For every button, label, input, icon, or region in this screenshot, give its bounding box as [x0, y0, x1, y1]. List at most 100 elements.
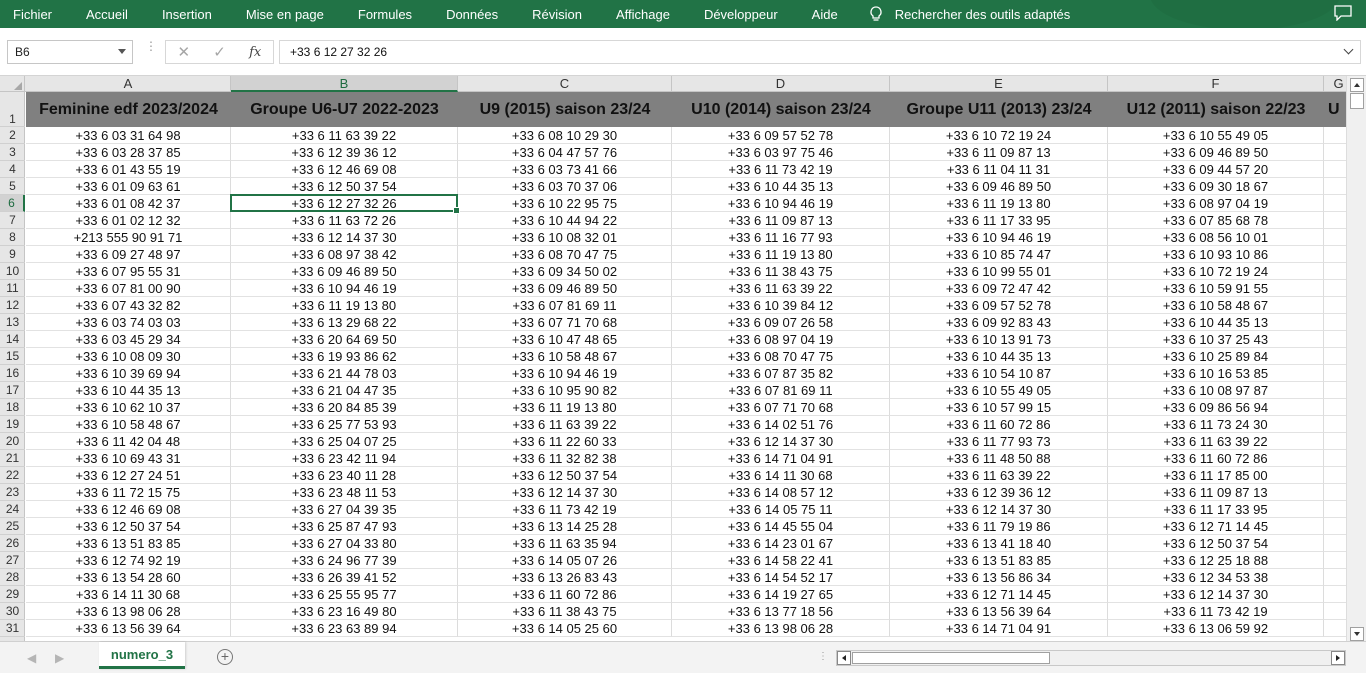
cell[interactable]: +33 6 27 04 33 80	[231, 535, 458, 552]
cell[interactable]: +33 6 11 16 77 93	[672, 229, 890, 246]
tab-formules[interactable]: Formules	[358, 7, 412, 22]
row-header-30[interactable]: 30	[0, 603, 25, 620]
cell[interactable]: +33 6 14 11 30 68	[26, 586, 231, 603]
cell[interactable]: +33 6 10 37 25 43	[1108, 331, 1324, 348]
tab-accueil[interactable]: Accueil	[86, 7, 128, 22]
split-handle-icon[interactable]: ⋮	[818, 651, 828, 662]
cell[interactable]	[1324, 433, 1346, 450]
expand-formula-icon[interactable]	[1343, 44, 1354, 55]
cell[interactable]: +33 6 10 08 32 01	[458, 229, 672, 246]
cell[interactable]: +33 6 11 73 42 19	[1108, 603, 1324, 620]
cell[interactable]: +33 6 01 09 63 61	[26, 178, 231, 195]
cell[interactable]: +33 6 10 22 95 75	[458, 195, 672, 212]
cell[interactable]: +33 6 10 94 46 19	[458, 365, 672, 382]
cell[interactable]: +33 6 13 98 06 28	[672, 620, 890, 637]
cell[interactable]: +33 6 21 44 78 03	[231, 365, 458, 382]
tab-aide[interactable]: Aide	[812, 7, 838, 22]
cell[interactable]: +33 6 13 77 18 56	[672, 603, 890, 620]
row-header-22[interactable]: 22	[0, 467, 25, 484]
row-header-15[interactable]: 15	[0, 348, 25, 365]
cell[interactable]: +33 6 14 54 52 17	[672, 569, 890, 586]
cell[interactable]	[1324, 586, 1346, 603]
column-header-f[interactable]: F	[1108, 76, 1324, 92]
cell[interactable]: +33 6 09 44 57 20	[1108, 161, 1324, 178]
cell[interactable]: +33 6 07 81 69 11	[672, 382, 890, 399]
cell[interactable]: +33 6 10 95 90 82	[458, 382, 672, 399]
cell[interactable]: +33 6 25 77 53 93	[231, 416, 458, 433]
cell[interactable]: +33 6 11 19 13 80	[458, 399, 672, 416]
cell[interactable]: +33 6 10 44 35 13	[672, 178, 890, 195]
formula-input[interactable]: +33 6 12 27 32 26	[279, 40, 1361, 64]
cell[interactable]	[1324, 314, 1346, 331]
cell[interactable]	[1324, 178, 1346, 195]
cell[interactable]: +33 6 11 09 87 13	[1108, 484, 1324, 501]
cell[interactable]: +33 6 14 23 01 67	[672, 535, 890, 552]
cell[interactable]: +33 6 08 97 38 42	[231, 246, 458, 263]
enter-icon[interactable]: ✓	[202, 43, 238, 61]
row-header-24[interactable]: 24	[0, 501, 25, 518]
cell[interactable]	[1324, 467, 1346, 484]
cell[interactable]	[1324, 365, 1346, 382]
row-header-20[interactable]: 20	[0, 433, 25, 450]
scroll-down-icon[interactable]	[1350, 627, 1364, 641]
cell[interactable]: +33 6 10 99 55 01	[890, 263, 1108, 280]
row-header-16[interactable]: 16	[0, 365, 25, 382]
cell[interactable]	[1324, 127, 1346, 144]
cell[interactable]: +33 6 03 74 03 03	[26, 314, 231, 331]
cell[interactable]: +33 6 11 73 42 19	[458, 501, 672, 518]
select-all-button[interactable]	[0, 76, 25, 92]
cell[interactable]: +33 6 13 56 39 64	[26, 620, 231, 637]
cell[interactable]: +33 6 09 57 52 78	[890, 297, 1108, 314]
cell[interactable]: +33 6 12 50 37 54	[1108, 535, 1324, 552]
cell[interactable]: +213 555 90 91 71	[26, 229, 231, 246]
tab-donnees[interactable]: Données	[446, 7, 498, 22]
cell[interactable]: +33 6 10 72 19 24	[890, 127, 1108, 144]
cell[interactable]: +33 6 12 50 37 54	[231, 178, 458, 195]
cell[interactable]: +33 6 10 94 46 19	[890, 229, 1108, 246]
cell[interactable]: +33 6 08 70 47 75	[672, 348, 890, 365]
cell[interactable]: +33 6 09 46 89 50	[1108, 144, 1324, 161]
cell[interactable]: +33 6 01 08 42 37	[26, 195, 231, 212]
cell[interactable]: +33 6 14 58 22 41	[672, 552, 890, 569]
cell[interactable]: +33 6 03 45 29 34	[26, 331, 231, 348]
cell[interactable]: +33 6 12 71 14 45	[1108, 518, 1324, 535]
cell[interactable]: +33 6 12 14 37 30	[1108, 586, 1324, 603]
cell[interactable]	[1324, 280, 1346, 297]
cell[interactable]: +33 6 03 97 75 46	[672, 144, 890, 161]
cell[interactable]: +33 6 09 46 89 50	[890, 178, 1108, 195]
cell[interactable]: +33 6 27 04 39 35	[231, 501, 458, 518]
cell[interactable]	[1324, 501, 1346, 518]
cell[interactable]: +33 6 10 58 48 67	[458, 348, 672, 365]
cell[interactable]: +33 6 11 19 13 80	[890, 195, 1108, 212]
cell[interactable]	[1324, 382, 1346, 399]
cell[interactable]	[1324, 331, 1346, 348]
column-header-c[interactable]: C	[458, 76, 672, 92]
cell[interactable]: +33 6 13 98 06 28	[26, 603, 231, 620]
cell[interactable]: +33 6 25 87 47 93	[231, 518, 458, 535]
cell[interactable]	[1324, 450, 1346, 467]
cell[interactable]: +33 6 09 07 26 58	[672, 314, 890, 331]
cell[interactable]: +33 6 10 54 10 87	[890, 365, 1108, 382]
cell[interactable]: +33 6 11 63 35 94	[458, 535, 672, 552]
cancel-icon[interactable]: ✕	[166, 43, 202, 61]
cell[interactable]: +33 6 20 84 85 39	[231, 399, 458, 416]
cell[interactable]: +33 6 10 08 97 87	[1108, 382, 1324, 399]
cell[interactable]: +33 6 12 14 37 30	[231, 229, 458, 246]
cell[interactable]: +33 6 20 64 69 50	[231, 331, 458, 348]
cell[interactable]: +33 6 26 39 41 52	[231, 569, 458, 586]
column-header-a[interactable]: A	[26, 76, 231, 92]
cell[interactable]: +33 6 11 63 39 22	[1108, 433, 1324, 450]
cell[interactable]: +33 6 11 32 82 38	[458, 450, 672, 467]
scroll-up-icon[interactable]	[1350, 78, 1364, 92]
row-header-7[interactable]: 7	[0, 212, 25, 229]
horizontal-scrollbar[interactable]	[836, 650, 1346, 666]
cell[interactable]: +33 6 11 09 87 13	[672, 212, 890, 229]
cell[interactable]: +33 6 13 51 83 85	[890, 552, 1108, 569]
cell[interactable]: +33 6 13 56 86 34	[890, 569, 1108, 586]
next-sheet-icon[interactable]: ▶	[55, 651, 64, 665]
cell[interactable]	[1324, 229, 1346, 246]
row-header-31[interactable]: 31	[0, 620, 25, 637]
cell[interactable]: +33 6 12 71 14 45	[890, 586, 1108, 603]
cell[interactable]: +33 6 08 70 47 75	[458, 246, 672, 263]
cell[interactable]	[1324, 263, 1346, 280]
